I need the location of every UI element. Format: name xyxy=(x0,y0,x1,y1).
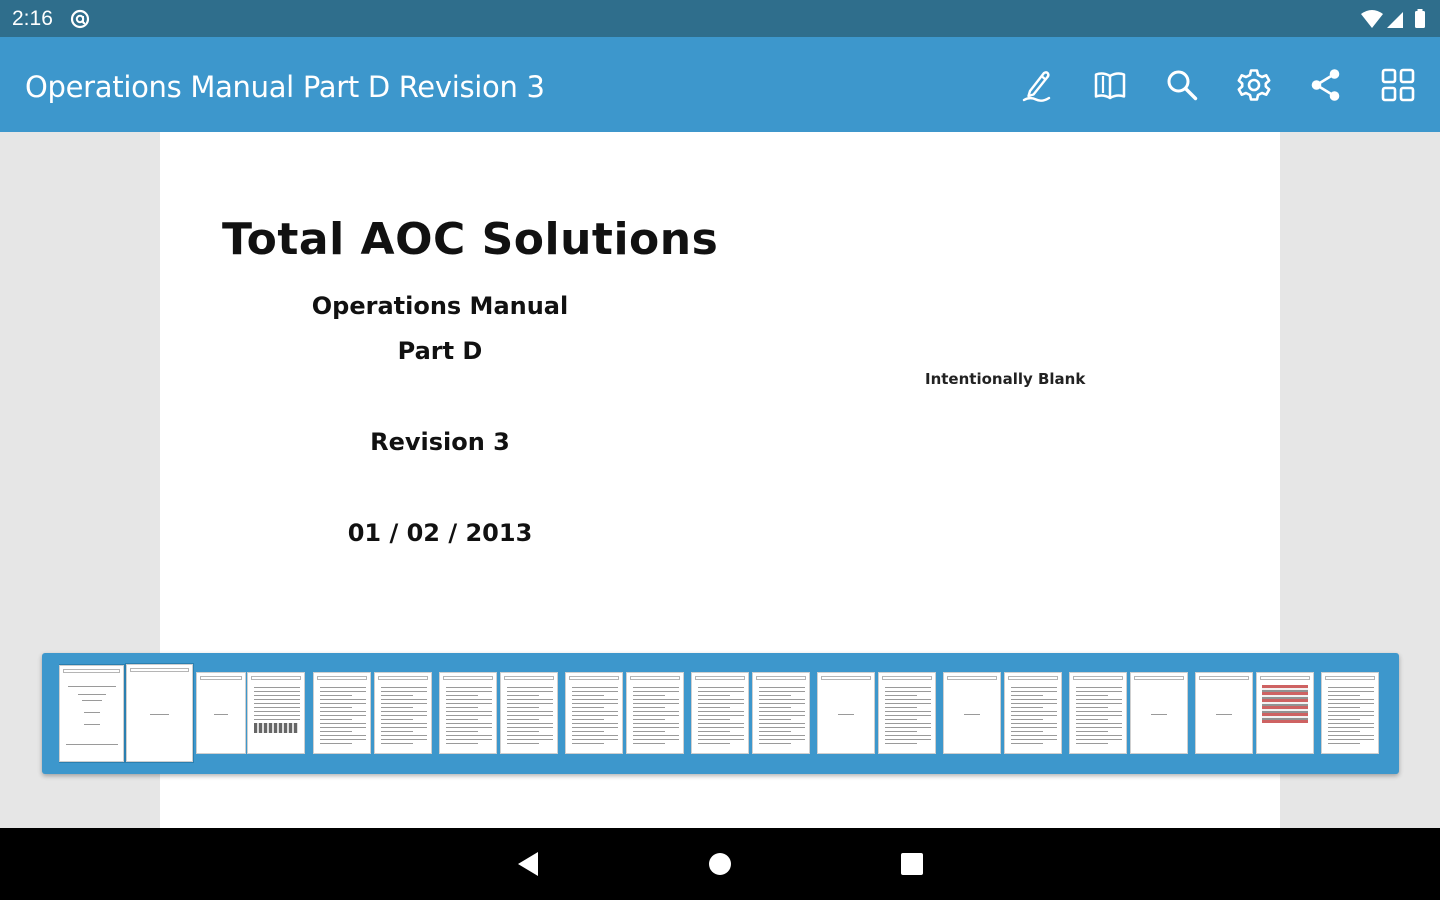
battery-icon xyxy=(1415,11,1425,28)
wifi-icon xyxy=(1361,10,1383,28)
intentionally-blank-note: Intentionally Blank xyxy=(925,370,1086,388)
status-bar: 2:16 xyxy=(0,0,1440,37)
share-icon xyxy=(1311,69,1340,101)
page-thumbnail[interactable] xyxy=(1256,672,1314,754)
page-thumbnail[interactable] xyxy=(374,672,432,754)
document-title-bar: Operations Manual Part D Revision 3 xyxy=(25,70,545,104)
status-time: 2:16 xyxy=(12,7,53,30)
page-thumbnail[interactable] xyxy=(196,672,246,754)
grid-icon xyxy=(1381,68,1415,102)
page-thumbnail[interactable] xyxy=(313,672,371,754)
grid-view-button[interactable] xyxy=(1378,65,1418,105)
document-part: Part D xyxy=(397,337,483,365)
page-thumbnail[interactable] xyxy=(439,672,497,754)
share-button[interactable] xyxy=(1306,65,1346,105)
page-thumbnail-strip[interactable] xyxy=(42,653,1399,774)
annotate-button[interactable] xyxy=(1018,65,1058,105)
gear-icon xyxy=(1237,69,1271,101)
page-thumbnail[interactable] xyxy=(1004,672,1062,754)
page-thumbnail[interactable] xyxy=(878,672,936,754)
page-thumbnail[interactable] xyxy=(1321,672,1379,754)
page-thumbnail[interactable] xyxy=(817,672,875,754)
page-thumbnail[interactable] xyxy=(1195,672,1253,754)
search-icon xyxy=(1167,70,1198,101)
signal-icon xyxy=(1387,12,1403,28)
back-icon[interactable] xyxy=(512,848,544,880)
thumbnail-list[interactable] xyxy=(59,663,1389,764)
toolbar-actions xyxy=(1018,65,1418,105)
page-thumbnail[interactable] xyxy=(1130,672,1188,754)
document-date: 01 / 02 / 2013 xyxy=(347,519,533,547)
page-thumbnail[interactable] xyxy=(565,672,623,754)
page-thumbnail[interactable] xyxy=(626,672,684,754)
page-thumbnail[interactable] xyxy=(1069,672,1127,754)
document-revision: Revision 3 xyxy=(370,428,510,456)
document-subtitle: Operations Manual xyxy=(311,292,569,320)
reading-mode-button[interactable] xyxy=(1090,65,1130,105)
document-heading: Total AOC Solutions xyxy=(222,214,719,265)
page-thumbnail[interactable] xyxy=(691,672,749,754)
app-bar: Operations Manual Part D Revision 3 xyxy=(0,37,1440,132)
page-thumbnail[interactable] xyxy=(752,672,810,754)
page-thumbnail[interactable] xyxy=(943,672,1001,754)
page-thumbnail[interactable] xyxy=(59,665,124,762)
search-button[interactable] xyxy=(1162,65,1202,105)
home-icon[interactable] xyxy=(704,848,736,880)
page-thumbnail[interactable] xyxy=(500,672,558,754)
system-nav-bar xyxy=(0,828,1440,900)
page-thumbnail[interactable] xyxy=(126,664,193,762)
notification-icon xyxy=(70,9,90,29)
recents-icon[interactable] xyxy=(896,848,928,880)
pen-icon xyxy=(1022,71,1051,102)
book-icon xyxy=(1094,72,1126,100)
system-status-icons xyxy=(1361,9,1425,28)
settings-button[interactable] xyxy=(1234,65,1274,105)
page-thumbnail[interactable] xyxy=(247,672,305,754)
